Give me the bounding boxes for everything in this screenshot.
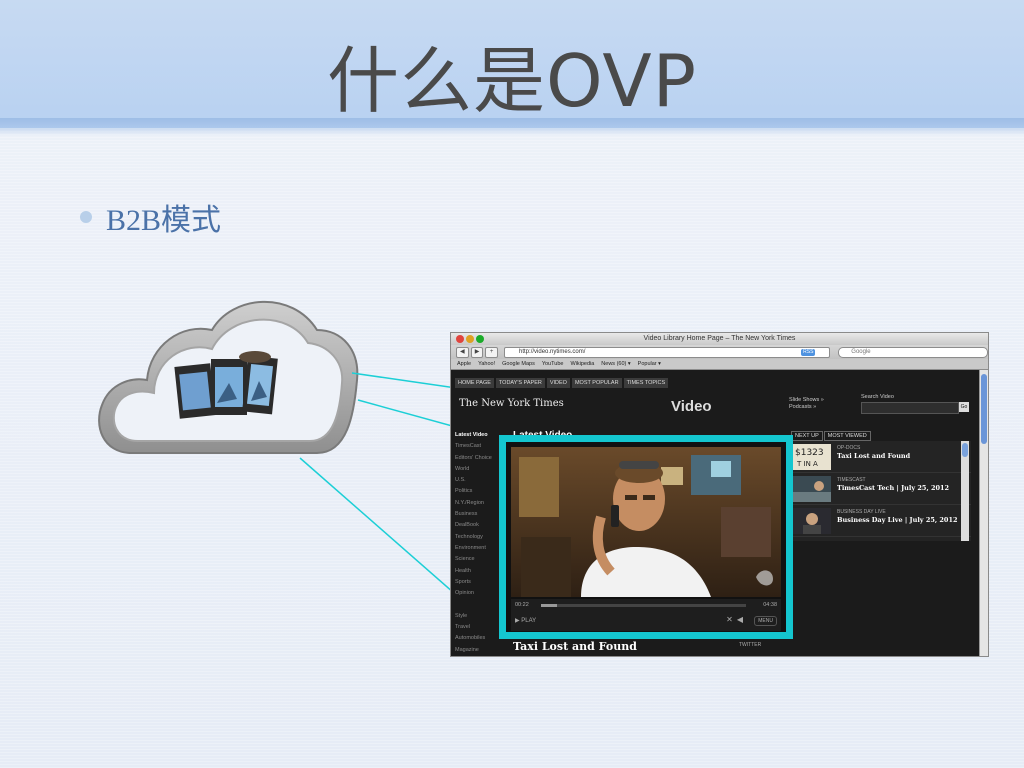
window-titlebar: Video Library Home Page – The New York T… [451, 333, 988, 345]
video-thumbnail[interactable] [793, 476, 831, 502]
sidebar-item-technology[interactable]: Technology [455, 532, 497, 543]
sidebar-item-editors-choice[interactable]: Editors' Choice [455, 453, 497, 464]
sidebar-item-latest-video[interactable]: Latest Video [455, 430, 497, 441]
next-up-list: $1323 T IN A OP-DOCS Taxi Lost and Found… [791, 441, 971, 541]
browser-toolbar: ◀ ▶ + http://video.nytimes.com/ RSS Goog… [451, 345, 988, 359]
video-thumbnail[interactable]: $1323 T IN A [793, 444, 831, 470]
list-item-kicker: TIMESCAST [837, 477, 866, 483]
sidebar-item-travel[interactable]: Travel [455, 622, 497, 633]
search-video-label: Search Video [861, 394, 894, 400]
page-scrollbar[interactable] [979, 370, 988, 656]
progress-bar[interactable] [541, 604, 746, 607]
bookmark-popular[interactable]: Popular ▾ [638, 361, 661, 367]
section-title: Video [671, 398, 712, 415]
list-item-kicker: OP-DOCS [837, 445, 861, 451]
nav-video[interactable]: VIDEO [546, 378, 570, 388]
go-button[interactable]: Go [959, 402, 969, 412]
fullscreen-volume-icons[interactable]: ✕◀ [726, 615, 747, 624]
bullet-dot [80, 211, 92, 223]
header-links: Slide Shows » Podcasts » [789, 397, 824, 411]
list-item[interactable]: $1323 T IN A OP-DOCS Taxi Lost and Found [791, 441, 971, 473]
bookmark-youtube[interactable]: YouTube [542, 361, 564, 367]
list-item-title[interactable]: Business Day Live | July 25, 2012 [837, 516, 958, 524]
sidebar-item-science[interactable]: Science [455, 554, 497, 565]
sidebar-item-automobiles[interactable]: Automobiles [455, 633, 497, 644]
video-sidebar: Latest Video TimesCast Editors' Choice W… [455, 430, 497, 656]
sidebar-item-magazine[interactable]: Magazine [455, 645, 497, 656]
browser-search-input[interactable]: Google [838, 346, 988, 358]
forward-icon[interactable]: ▶ [470, 346, 484, 358]
back-icon[interactable]: ◀ [456, 346, 469, 358]
add-bookmark-icon[interactable]: + [485, 346, 499, 358]
list-item[interactable]: TIMESCAST TimesCast Tech | July 25, 2012 [791, 473, 971, 505]
play-button[interactable]: ▶ PLAY [515, 617, 536, 624]
sidebar-item-world[interactable]: World [455, 464, 497, 475]
list-item-kicker: BUSINESS DAY LIVE [837, 509, 886, 515]
search-video-input[interactable] [861, 402, 959, 414]
twitter-link[interactable]: TWITTER [739, 642, 761, 648]
list-item-title[interactable]: TimesCast Tech | July 25, 2012 [837, 484, 949, 492]
bookmarks-bar: Apple Yahoo! Google Maps YouTube Wikiped… [451, 359, 988, 370]
tab-most-viewed[interactable]: MOST VIEWED [823, 431, 871, 441]
elapsed-time: 00:22 [515, 602, 529, 608]
sidebar-item-business[interactable]: Business [455, 509, 497, 520]
url-bar[interactable]: http://video.nytimes.com/ RSS [504, 346, 831, 358]
bullet-text: B2B模式 [106, 204, 222, 237]
cloud-icon [98, 300, 359, 454]
nyt-logo[interactable]: The New York Times [459, 398, 564, 409]
progress-fill [541, 604, 558, 607]
sidebar-item-opinion[interactable]: Opinion [455, 588, 497, 599]
sidebar-item-environment[interactable]: Environment [455, 543, 497, 554]
bookmark-google-maps[interactable]: Google Maps [502, 361, 535, 367]
video-thumbnail[interactable] [793, 508, 831, 534]
sidebar-item-style[interactable]: Style [455, 611, 497, 622]
sidebar-item-spacer [455, 599, 497, 610]
window-title: Video Library Home Page – The New York T… [643, 335, 796, 342]
nav-home-page[interactable]: HOME PAGE [455, 378, 494, 388]
list-scrollbar-thumb[interactable] [962, 443, 968, 457]
bookmark-wikipedia[interactable]: Wikipedia [570, 361, 594, 367]
bookmark-news[interactable]: News (60) ▾ [601, 361, 630, 367]
sidebar-item-sports[interactable]: Sports [455, 577, 497, 588]
sidebar-item-politics[interactable]: Politics [455, 486, 497, 497]
video-frame[interactable] [511, 447, 781, 597]
video-caption: Taxi Lost and Found [513, 640, 637, 653]
nyt-top-nav: HOME PAGE TODAY'S PAPER VIDEO MOST POPUL… [455, 378, 670, 388]
slide-title: 什么是OVP [326, 39, 698, 123]
nav-times-topics[interactable]: TIMES TOPICS [623, 378, 669, 388]
video-player-highlight: 00:22 04:38 ▶ PLAY ✕◀ MENU [499, 435, 793, 639]
sidebar-item-us[interactable]: U.S. [455, 475, 497, 486]
bookmark-yahoo[interactable]: Yahoo! [478, 361, 495, 367]
nav-todays-paper[interactable]: TODAY'S PAPER [495, 378, 545, 388]
tab-next-up[interactable]: NEXT UP [791, 431, 823, 441]
svg-text:T IN A: T IN A [796, 460, 818, 468]
sidebar-item-timescast[interactable]: TimesCast [455, 441, 497, 452]
bookmark-apple[interactable]: Apple [457, 361, 471, 367]
nav-most-popular[interactable]: MOST POPULAR [571, 378, 622, 388]
sidebar-item-health[interactable]: Health [455, 566, 497, 577]
slide-background: 什么是OVP B2B模式 Video Library Home Page – T… [0, 0, 1024, 768]
bullet-item: B2B模式 [80, 195, 221, 239]
page-scrollbar-thumb[interactable] [981, 374, 987, 444]
player-controls: 00:22 04:38 ▶ PLAY ✕◀ MENU [511, 599, 781, 631]
podcasts-link[interactable]: Podcasts » [789, 404, 824, 411]
sidebar-item-ny-region[interactable]: N.Y./Region [455, 498, 497, 509]
list-item-title[interactable]: Taxi Lost and Found [837, 452, 910, 460]
list-tabs: NEXT UP MOST VIEWED [791, 431, 872, 441]
svg-text:$1323: $1323 [795, 448, 824, 458]
list-scrollbar[interactable] [961, 441, 969, 541]
menu-button[interactable]: MENU [754, 616, 777, 626]
url-text: http://video.nytimes.com/ [519, 348, 586, 355]
sidebar-item-dealbook[interactable]: DealBook [455, 520, 497, 531]
search-placeholder: Google [851, 348, 871, 355]
list-item[interactable]: BUSINESS DAY LIVE Business Day Live | Ju… [791, 505, 971, 537]
rss-badge[interactable]: RSS [801, 348, 816, 356]
duration-time: 04:38 [763, 602, 777, 608]
slide-shows-link[interactable]: Slide Shows » [789, 397, 824, 404]
